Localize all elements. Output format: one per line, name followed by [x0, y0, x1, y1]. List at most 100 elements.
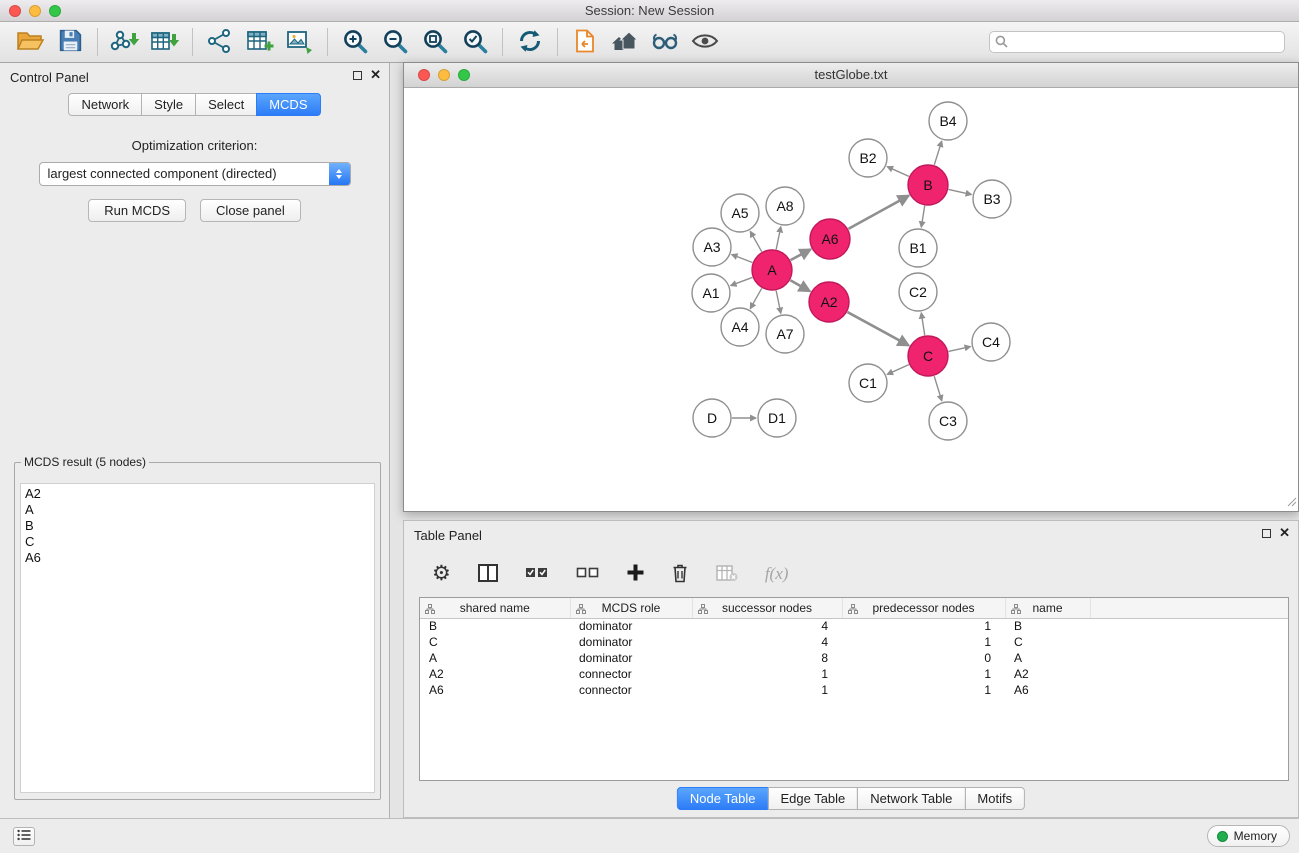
graph-node-B2[interactable]: B2 — [849, 139, 887, 177]
tab-style[interactable]: Style — [141, 93, 196, 116]
table-cell[interactable]: C — [1005, 634, 1090, 650]
table-cell[interactable]: A2 — [420, 666, 570, 682]
graph-edge-C-C3[interactable] — [934, 376, 942, 401]
graph-node-A3[interactable]: A3 — [693, 228, 731, 266]
result-item[interactable]: A2 — [25, 486, 374, 502]
table-row-B[interactable]: Bdominator41B — [420, 618, 1288, 634]
graph-edge-A-A1[interactable] — [731, 277, 753, 285]
network-zoom-button[interactable] — [458, 69, 470, 81]
zoom-selected-button[interactable] — [455, 25, 495, 59]
graph-edge-A-A3[interactable] — [732, 255, 753, 263]
new-network-from-selection-button[interactable] — [200, 25, 240, 59]
table-cell[interactable]: A6 — [1005, 682, 1090, 698]
graph-edge-B-B1[interactable] — [921, 206, 924, 228]
column-header-successor-nodes[interactable]: successor nodes — [692, 598, 842, 618]
graph-node-D[interactable]: D — [693, 399, 731, 437]
ui-settings-button[interactable] — [13, 827, 35, 846]
network-canvas[interactable]: B4B2BB3A8A5A6A3B1AA1C2A2A4A7C4CC1C3DD1 — [404, 88, 1298, 511]
graph-edge-A-A8[interactable] — [776, 227, 781, 250]
graph-edge-C-C4[interactable] — [948, 347, 970, 352]
node-table-container[interactable]: shared nameMCDS rolesuccessor nodesprede… — [419, 597, 1289, 781]
graph-edge-C-C2[interactable] — [921, 313, 925, 336]
tab-select[interactable]: Select — [195, 93, 257, 116]
minimize-window-button[interactable] — [29, 5, 41, 17]
open-session-button[interactable] — [10, 25, 50, 59]
table-tab-node-table[interactable]: Node Table — [677, 787, 769, 810]
graph-node-A6[interactable]: A6 — [810, 219, 850, 259]
result-item[interactable]: B — [25, 518, 374, 534]
table-cell[interactable]: dominator — [570, 634, 692, 650]
graph-edge-A-A6[interactable] — [791, 249, 811, 260]
table-cell[interactable]: 8 — [692, 650, 842, 666]
result-item[interactable]: A6 — [25, 550, 374, 566]
table-cell[interactable]: connector — [570, 666, 692, 682]
float-table-panel-icon[interactable] — [1262, 529, 1271, 538]
graph-edge-A-A7[interactable] — [776, 291, 781, 314]
search-input[interactable] — [989, 31, 1285, 53]
table-cell[interactable]: 0 — [842, 650, 1005, 666]
show-graphics-button[interactable] — [685, 25, 725, 59]
close-window-button[interactable] — [9, 5, 21, 17]
export-image-button[interactable] — [280, 25, 320, 59]
graph-node-A2[interactable]: A2 — [809, 282, 849, 322]
tab-network[interactable]: Network — [68, 93, 142, 116]
table-cell[interactable]: A — [1005, 650, 1090, 666]
import-table-button[interactable] — [145, 25, 185, 59]
table-tab-network-table[interactable]: Network Table — [857, 787, 965, 810]
table-cell[interactable]: A — [420, 650, 570, 666]
deselect-all-button[interactable] — [576, 566, 600, 583]
table-cell[interactable]: 4 — [692, 618, 842, 634]
graph-node-C4[interactable]: C4 — [972, 323, 1010, 361]
graph-node-C1[interactable]: C1 — [849, 364, 887, 402]
toggle-detail-button[interactable] — [645, 25, 685, 59]
save-session-button[interactable] — [50, 25, 90, 59]
table-settings-button[interactable]: ⚙ — [432, 564, 451, 584]
graph-node-A5[interactable]: A5 — [721, 194, 759, 232]
zoom-in-button[interactable] — [335, 25, 375, 59]
graph-edge-A-A4[interactable] — [750, 288, 761, 308]
criterion-dropdown[interactable]: largest connected component (directed) — [39, 162, 351, 186]
graph-edge-A2-C[interactable] — [847, 312, 908, 345]
graph-node-A8[interactable]: A8 — [766, 187, 804, 225]
table-cell[interactable]: 1 — [692, 682, 842, 698]
table-cell[interactable]: connector — [570, 682, 692, 698]
add-column-button[interactable] — [627, 564, 644, 584]
graph-node-A7[interactable]: A7 — [766, 315, 804, 353]
graph-node-B[interactable]: B — [908, 165, 948, 205]
zoom-out-button[interactable] — [375, 25, 415, 59]
graph-node-B4[interactable]: B4 — [929, 102, 967, 140]
table-cell[interactable]: 1 — [842, 634, 1005, 650]
graph-node-A[interactable]: A — [752, 250, 792, 290]
graph-node-C[interactable]: C — [908, 336, 948, 376]
graph-edge-C-C1[interactable] — [887, 365, 909, 375]
table-row-A2[interactable]: A2connector11A2 — [420, 666, 1288, 682]
show-columns-button[interactable] — [478, 564, 498, 585]
network-graph[interactable]: B4B2BB3A8A5A6A3B1AA1C2A2A4A7C4CC1C3DD1 — [404, 88, 1298, 511]
table-row-C[interactable]: Cdominator41C — [420, 634, 1288, 650]
run-mcds-button[interactable]: Run MCDS — [88, 199, 186, 222]
zoom-window-button[interactable] — [49, 5, 61, 17]
table-cell[interactable]: dominator — [570, 618, 692, 634]
close-table-panel-icon[interactable]: ✕ — [1279, 528, 1290, 538]
new-table-button[interactable] — [240, 25, 280, 59]
select-all-button[interactable] — [525, 566, 549, 583]
graph-node-A1[interactable]: A1 — [692, 274, 730, 312]
graph-edge-B-B2[interactable] — [887, 167, 909, 177]
table-cell[interactable]: A2 — [1005, 666, 1090, 682]
column-header-predecessor-nodes[interactable]: predecessor nodes — [842, 598, 1005, 618]
delete-column-button[interactable] — [671, 563, 689, 586]
table-tab-motifs[interactable]: Motifs — [964, 787, 1025, 810]
graph-node-C2[interactable]: C2 — [899, 273, 937, 311]
table-cell[interactable]: B — [420, 618, 570, 634]
float-panel-icon[interactable] — [353, 71, 362, 80]
mcds-result-list[interactable]: A2ABCA6 — [20, 483, 375, 793]
graph-node-A4[interactable]: A4 — [721, 308, 759, 346]
table-row-A6[interactable]: A6connector11A6 — [420, 682, 1288, 698]
import-network-button[interactable] — [105, 25, 145, 59]
column-header-shared-name[interactable]: shared name — [420, 598, 570, 618]
network-document-button[interactable] — [565, 25, 605, 59]
graph-edge-B-B4[interactable] — [934, 141, 941, 165]
column-header-name[interactable]: name — [1005, 598, 1090, 618]
refresh-view-button[interactable] — [510, 25, 550, 59]
home-view-button[interactable] — [605, 25, 645, 59]
